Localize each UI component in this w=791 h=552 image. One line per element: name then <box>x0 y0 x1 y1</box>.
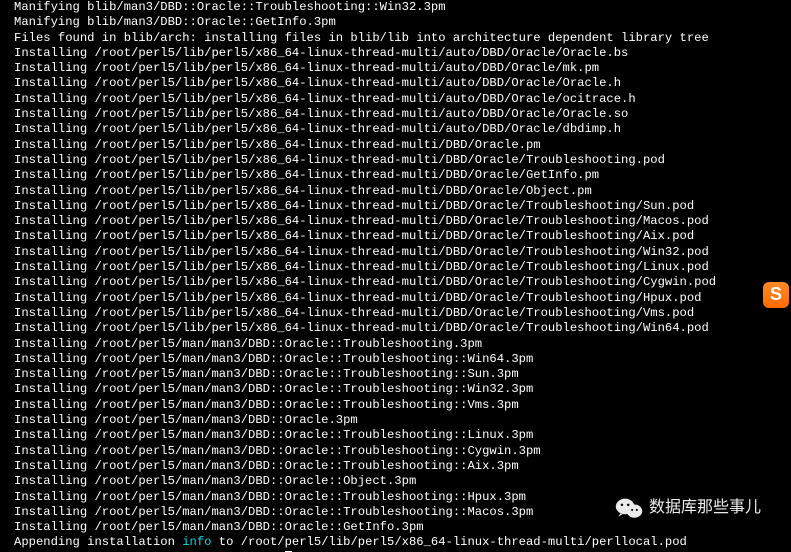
watermark-text: 数据库那些事儿 <box>649 500 761 515</box>
terminal-line: Installing /root/perl5/lib/perl5/x86_64-… <box>14 245 783 260</box>
terminal-line: Installing /root/perl5/lib/perl5/x86_64-… <box>14 214 783 229</box>
terminal-line: Installing /root/perl5/lib/perl5/x86_64-… <box>14 321 783 336</box>
terminal-line: Installing /root/perl5/lib/perl5/x86_64-… <box>14 275 783 290</box>
terminal-line: Installing /root/perl5/lib/perl5/x86_64-… <box>14 153 783 168</box>
terminal-line: Installing /root/perl5/lib/perl5/x86_64-… <box>14 107 783 122</box>
terminal-line: Installing /root/perl5/lib/perl5/x86_64-… <box>14 76 783 91</box>
terminal-line: Installing /root/perl5/lib/perl5/x86_64-… <box>14 122 783 137</box>
terminal-line: Installing /root/perl5/lib/perl5/x86_64-… <box>14 260 783 275</box>
terminal-line: Installing /root/perl5/man/man3/DBD::Ora… <box>14 444 783 459</box>
terminal-line: Files found in blib/arch: installing fil… <box>14 31 783 46</box>
terminal-line: Installing /root/perl5/lib/perl5/x86_64-… <box>14 46 783 61</box>
terminal-line: Installing /root/perl5/lib/perl5/x86_64-… <box>14 306 783 321</box>
terminal-line: Installing /root/perl5/man/man3/DBD::Ora… <box>14 474 783 489</box>
terminal-line: Appending installation info to /root/per… <box>14 535 783 550</box>
terminal-line: Installing /root/perl5/man/man3/DBD::Ora… <box>14 337 783 352</box>
terminal-line: Installing /root/perl5/lib/perl5/x86_64-… <box>14 184 783 199</box>
terminal-line: Installing /root/perl5/man/man3/DBD::Ora… <box>14 413 783 428</box>
terminal-line: Manifying blib/man3/DBD::Oracle::Trouble… <box>14 0 783 15</box>
appending-post: to /root/perl5/lib/perl5/x86_64-linux-th… <box>211 535 686 549</box>
terminal-line: Installing /root/perl5/man/man3/DBD::Ora… <box>14 367 783 382</box>
ime-badge-icon: S <box>763 282 789 308</box>
terminal-output[interactable]: Manifying blib/man3/DBD::Oracle::Trouble… <box>0 0 791 552</box>
terminal-line: Installing /root/perl5/man/man3/DBD::Ora… <box>14 459 783 474</box>
terminal-line: Installing /root/perl5/man/man3/DBD::Ora… <box>14 398 783 413</box>
appending-pre: Appending installation <box>14 535 182 549</box>
terminal-line: Installing /root/perl5/lib/perl5/x86_64-… <box>14 291 783 306</box>
terminal-line: Installing /root/perl5/man/man3/DBD::Ora… <box>14 520 783 535</box>
watermark: 数据库那些事儿 <box>615 496 761 520</box>
terminal-line: Manifying blib/man3/DBD::Oracle::GetInfo… <box>14 15 783 30</box>
terminal-line: Installing /root/perl5/lib/perl5/x86_64-… <box>14 168 783 183</box>
ime-letter: S <box>770 284 782 304</box>
terminal-line: Installing /root/perl5/lib/perl5/x86_64-… <box>14 138 783 153</box>
terminal-line: Installing /root/perl5/lib/perl5/x86_64-… <box>14 92 783 107</box>
terminal-line: Installing /root/perl5/man/man3/DBD::Ora… <box>14 428 783 443</box>
terminal-line: Installing /root/perl5/lib/perl5/x86_64-… <box>14 199 783 214</box>
terminal-line: Installing /root/perl5/lib/perl5/x86_64-… <box>14 229 783 244</box>
wechat-icon <box>615 496 643 520</box>
terminal-line: Installing /root/perl5/lib/perl5/x86_64-… <box>14 61 783 76</box>
terminal-line: Installing /root/perl5/man/man3/DBD::Ora… <box>14 352 783 367</box>
terminal-line: Installing /root/perl5/man/man3/DBD::Ora… <box>14 382 783 397</box>
appending-info: info <box>182 535 211 549</box>
